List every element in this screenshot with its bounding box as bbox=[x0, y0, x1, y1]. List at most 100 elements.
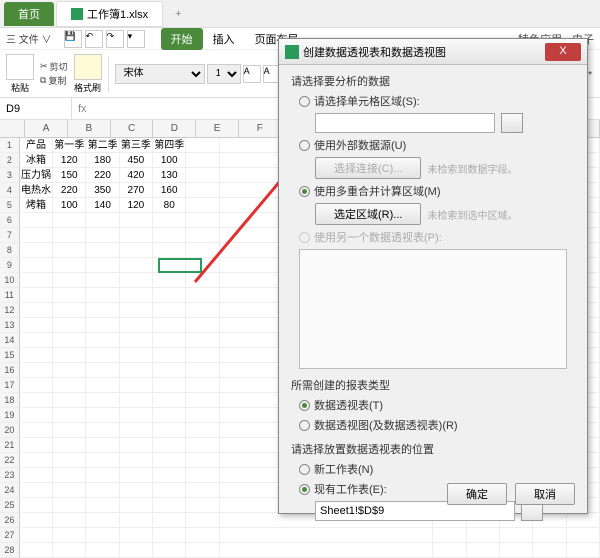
cell[interactable]: 450 bbox=[120, 153, 153, 168]
cell[interactable] bbox=[186, 273, 219, 288]
cell[interactable] bbox=[86, 513, 119, 528]
cell[interactable] bbox=[153, 333, 186, 348]
row-header[interactable]: 13 bbox=[0, 318, 20, 333]
cell[interactable] bbox=[186, 228, 219, 243]
cell[interactable] bbox=[20, 348, 53, 363]
cell[interactable] bbox=[53, 513, 86, 528]
cell[interactable] bbox=[186, 468, 219, 483]
row-header[interactable]: 22 bbox=[0, 453, 20, 468]
cell[interactable] bbox=[120, 468, 153, 483]
cell[interactable] bbox=[186, 183, 219, 198]
cell[interactable] bbox=[53, 363, 86, 378]
cell[interactable] bbox=[120, 228, 153, 243]
cell[interactable]: 100 bbox=[53, 198, 86, 213]
cell[interactable] bbox=[120, 333, 153, 348]
cell[interactable] bbox=[86, 543, 119, 558]
cell[interactable] bbox=[20, 438, 53, 453]
row-header[interactable]: 19 bbox=[0, 408, 20, 423]
cell[interactable]: 220 bbox=[86, 168, 119, 183]
row-header[interactable]: 6 bbox=[0, 213, 20, 228]
cell[interactable] bbox=[220, 543, 400, 558]
opt-pivot-chart[interactable]: 数据透视图(及数据透视表)(R) bbox=[299, 417, 575, 433]
opt-pivot-table[interactable]: 数据透视表(T) bbox=[299, 397, 575, 413]
cell[interactable] bbox=[120, 543, 153, 558]
cell[interactable] bbox=[20, 213, 53, 228]
cell[interactable] bbox=[20, 363, 53, 378]
cell[interactable] bbox=[53, 378, 86, 393]
cell[interactable]: 压力锅 bbox=[20, 168, 53, 183]
cell[interactable] bbox=[186, 138, 219, 153]
cell[interactable] bbox=[120, 438, 153, 453]
cell[interactable] bbox=[186, 498, 219, 513]
cell[interactable]: 电热水壶 bbox=[20, 183, 53, 198]
cell[interactable]: 350 bbox=[86, 183, 119, 198]
cell[interactable]: 220 bbox=[53, 183, 86, 198]
col-header[interactable]: A bbox=[25, 120, 68, 138]
cell[interactable] bbox=[20, 483, 53, 498]
cell[interactable] bbox=[20, 303, 53, 318]
cell[interactable] bbox=[20, 318, 53, 333]
cell[interactable] bbox=[20, 408, 53, 423]
cell[interactable] bbox=[153, 273, 186, 288]
cell[interactable] bbox=[186, 438, 219, 453]
cell[interactable] bbox=[153, 213, 186, 228]
cell[interactable] bbox=[153, 543, 186, 558]
row-header[interactable]: 3 bbox=[0, 168, 20, 183]
cut-button[interactable]: ✂ 剪切 bbox=[40, 60, 68, 73]
cell[interactable] bbox=[186, 288, 219, 303]
cell[interactable] bbox=[153, 318, 186, 333]
col-header[interactable]: D bbox=[153, 120, 196, 138]
cell[interactable] bbox=[153, 378, 186, 393]
row-header[interactable]: 11 bbox=[0, 288, 20, 303]
cell[interactable] bbox=[86, 438, 119, 453]
cell[interactable] bbox=[20, 288, 53, 303]
row-header[interactable]: 8 bbox=[0, 243, 20, 258]
cell[interactable] bbox=[120, 378, 153, 393]
cell[interactable] bbox=[20, 468, 53, 483]
row-header[interactable]: 16 bbox=[0, 363, 20, 378]
range-picker-icon[interactable] bbox=[501, 113, 523, 133]
cell[interactable] bbox=[53, 258, 86, 273]
row-header[interactable]: 12 bbox=[0, 303, 20, 318]
cell[interactable] bbox=[53, 438, 86, 453]
cell[interactable] bbox=[153, 243, 186, 258]
cell[interactable] bbox=[53, 348, 86, 363]
row-header[interactable]: 1 bbox=[0, 138, 20, 153]
tab-file[interactable]: 工作簿1.xlsx bbox=[56, 1, 163, 27]
cell[interactable] bbox=[186, 348, 219, 363]
more-icon[interactable]: ▾ bbox=[127, 30, 145, 48]
cell[interactable] bbox=[186, 168, 219, 183]
cell[interactable] bbox=[153, 423, 186, 438]
cell[interactable] bbox=[186, 423, 219, 438]
cell[interactable] bbox=[400, 543, 433, 558]
cell[interactable] bbox=[20, 273, 53, 288]
cell[interactable] bbox=[53, 273, 86, 288]
opt-external[interactable]: 使用外部数据源(U) bbox=[299, 137, 575, 153]
cell[interactable]: 140 bbox=[86, 198, 119, 213]
cell[interactable]: 270 bbox=[120, 183, 153, 198]
cell[interactable] bbox=[53, 228, 86, 243]
cell[interactable] bbox=[120, 258, 153, 273]
cell[interactable] bbox=[20, 528, 53, 543]
cell[interactable] bbox=[120, 453, 153, 468]
cell[interactable] bbox=[153, 303, 186, 318]
cell[interactable] bbox=[120, 393, 153, 408]
cell[interactable] bbox=[86, 333, 119, 348]
row-header[interactable]: 10 bbox=[0, 273, 20, 288]
cell[interactable] bbox=[120, 273, 153, 288]
tab-add[interactable]: + bbox=[165, 4, 191, 24]
cell[interactable] bbox=[153, 483, 186, 498]
cell[interactable] bbox=[186, 528, 219, 543]
cell[interactable] bbox=[186, 393, 219, 408]
cell[interactable] bbox=[86, 483, 119, 498]
paste-button[interactable] bbox=[6, 54, 34, 80]
row-header[interactable]: 24 bbox=[0, 483, 20, 498]
cell[interactable] bbox=[120, 408, 153, 423]
cell[interactable] bbox=[86, 393, 119, 408]
cell[interactable] bbox=[86, 228, 119, 243]
save-icon[interactable]: 💾 bbox=[64, 30, 82, 48]
row-header[interactable]: 25 bbox=[0, 498, 20, 513]
cell[interactable]: 130 bbox=[153, 168, 186, 183]
row-header[interactable]: 5 bbox=[0, 198, 20, 213]
cell[interactable]: 120 bbox=[53, 153, 86, 168]
